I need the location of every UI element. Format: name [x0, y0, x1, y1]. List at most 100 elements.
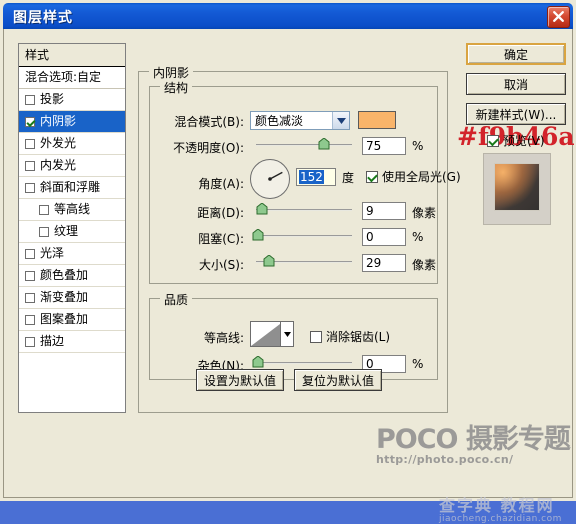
- use-global-light-checkbox[interactable]: 使用全局光(G): [366, 168, 461, 185]
- sidebar-item-outer-glow[interactable]: 外发光: [19, 133, 125, 155]
- distance-slider-track: [256, 209, 352, 211]
- noise-slider[interactable]: [250, 355, 354, 369]
- size-unit: 像素: [412, 258, 437, 272]
- sidebar-item-label: 图案叠加: [40, 312, 89, 326]
- chevron-down-icon[interactable]: [332, 112, 349, 129]
- sidebar-item-label: 颜色叠加: [40, 268, 89, 282]
- size-slider[interactable]: [250, 254, 354, 268]
- distance-slider-thumb[interactable]: [256, 202, 268, 215]
- checkbox-satin[interactable]: [25, 248, 35, 259]
- angle-unit: 度: [342, 171, 355, 185]
- poco-brand: POCO 摄影专题: [376, 424, 571, 455]
- angle-input[interactable]: 152: [296, 168, 336, 186]
- opacity-slider-thumb[interactable]: [318, 137, 330, 150]
- distance-input[interactable]: 9: [362, 202, 406, 220]
- sidebar-item-pattern-overlay[interactable]: 图案叠加: [19, 309, 125, 331]
- sidebar-item-blending-options[interactable]: 混合选项:自定: [19, 67, 125, 89]
- noise-slider-track: [256, 362, 352, 364]
- size-input[interactable]: 29: [362, 254, 406, 272]
- site-url: jiaocheng.chazidian.com: [439, 514, 562, 524]
- contour-swatch[interactable]: [250, 321, 294, 347]
- distance-slider[interactable]: [250, 202, 354, 216]
- poco-watermark: POCO 摄影专题 http://photo.poco.cn/: [376, 424, 571, 466]
- layer-style-dialog: 图层样式 样式 混合选项:自定 投影 内阴影 外发光 内发光 斜面和浮雕 等高线…: [0, 0, 576, 524]
- structure-legend: 结构: [160, 79, 193, 96]
- inner-shadow-panel: 内阴影 #f9b46a 结构 混合模式(B): 颜色减淡 不透明度(O): 75…: [138, 64, 575, 413]
- preview-checkbox[interactable]: 预览(V): [487, 132, 545, 149]
- sidebar-item-drop-shadow[interactable]: 投影: [19, 89, 125, 111]
- sidebar-item-texture[interactable]: 纹理: [19, 221, 125, 243]
- sidebar-item-label: 等高线: [54, 202, 91, 216]
- sidebar-item-inner-shadow[interactable]: 内阴影: [19, 111, 125, 133]
- sidebar-item-label: 斜面和浮雕: [40, 180, 101, 194]
- checkbox-inner-glow[interactable]: [25, 160, 35, 171]
- new-style-button[interactable]: 新建样式(W)...: [466, 103, 566, 125]
- checkbox-gradient-overlay[interactable]: [25, 292, 35, 303]
- sidebar-item-gradient-overlay[interactable]: 渐变叠加: [19, 287, 125, 309]
- window-title: 图层样式: [13, 10, 73, 26]
- choke-slider[interactable]: [250, 228, 354, 242]
- angle-label: 角度(A):: [198, 177, 244, 191]
- dialog-body: 样式 混合选项:自定 投影 内阴影 外发光 内发光 斜面和浮雕 等高线 纹理 光…: [3, 29, 575, 524]
- sidebar-item-label: 外发光: [40, 136, 77, 150]
- shadow-color-swatch[interactable]: [358, 111, 396, 129]
- sidebar-item-label: 内阴影: [40, 114, 77, 128]
- sidebar-item-label: 纹理: [54, 224, 79, 238]
- site-watermark: 查字典 教程网 jiaocheng.chazidian.com: [439, 497, 562, 524]
- close-icon[interactable]: [547, 6, 570, 28]
- checkbox-box: [366, 170, 378, 183]
- choke-label: 阻塞(C):: [198, 232, 244, 246]
- checkbox-inner-shadow[interactable]: [25, 116, 35, 127]
- checkbox-bevel-emboss[interactable]: [25, 182, 35, 193]
- sidebar-item-label: 描边: [40, 334, 65, 348]
- sidebar-item-contour[interactable]: 等高线: [19, 199, 125, 221]
- sidebar-item-label: 光泽: [40, 246, 65, 260]
- checkbox-color-overlay[interactable]: [25, 270, 35, 281]
- checkbox-pattern-overlay[interactable]: [25, 314, 35, 325]
- distance-label: 距离(D):: [197, 206, 244, 220]
- anti-alias-label: 消除锯齿(L): [326, 330, 391, 344]
- set-default-button[interactable]: 设置为默认值: [196, 369, 284, 391]
- contour-label: 等高线:: [203, 331, 244, 345]
- checkbox-box: [487, 134, 499, 147]
- opacity-label: 不透明度(O):: [173, 141, 244, 155]
- preview-label: 预览(V): [503, 134, 545, 148]
- structure-group: 结构 混合模式(B): 颜色减淡 不透明度(O): 75 % 角度(A): 15…: [149, 79, 461, 284]
- chevron-down-icon[interactable]: [280, 322, 293, 346]
- checkbox-stroke[interactable]: [25, 336, 35, 347]
- sidebar-item-bevel-emboss[interactable]: 斜面和浮雕: [19, 177, 125, 199]
- sidebar-item-color-overlay[interactable]: 颜色叠加: [19, 265, 125, 287]
- title-bar[interactable]: 图层样式: [3, 3, 573, 29]
- choke-slider-thumb[interactable]: [252, 228, 264, 241]
- blend-mode-select[interactable]: 颜色减淡: [250, 111, 350, 130]
- checkbox-contour[interactable]: [39, 204, 49, 215]
- checkbox-box: [310, 330, 322, 343]
- site-name: 查字典 教程网: [439, 496, 555, 515]
- angle-dial[interactable]: [250, 159, 290, 199]
- sidebar-item-label: 投影: [40, 92, 65, 106]
- ok-button[interactable]: 确定: [466, 43, 566, 65]
- opacity-slider-track: [256, 144, 352, 146]
- checkbox-drop-shadow[interactable]: [25, 94, 35, 105]
- sidebar-item-label: 内发光: [40, 158, 77, 172]
- reset-default-button[interactable]: 复位为默认值: [294, 369, 382, 391]
- noise-slider-thumb[interactable]: [252, 355, 264, 368]
- sidebar-item-satin[interactable]: 光泽: [19, 243, 125, 265]
- use-global-light-label: 使用全局光(G): [382, 170, 461, 184]
- sidebar-item-stroke[interactable]: 描边: [19, 331, 125, 353]
- styles-list[interactable]: 样式 混合选项:自定 投影 内阴影 外发光 内发光 斜面和浮雕 等高线 纹理 光…: [18, 43, 126, 413]
- quality-legend: 品质: [160, 291, 193, 308]
- cancel-button[interactable]: 取消: [466, 73, 566, 95]
- distance-unit: 像素: [412, 206, 437, 220]
- anti-alias-checkbox[interactable]: 消除锯齿(L): [310, 328, 390, 345]
- choke-unit: %: [412, 230, 424, 244]
- sidebar-item-inner-glow[interactable]: 内发光: [19, 155, 125, 177]
- choke-input[interactable]: 0: [362, 228, 406, 246]
- checkbox-outer-glow[interactable]: [25, 138, 35, 149]
- opacity-input[interactable]: 75: [362, 137, 406, 155]
- size-slider-thumb[interactable]: [263, 254, 275, 267]
- checkbox-texture[interactable]: [39, 226, 49, 237]
- opacity-slider[interactable]: [250, 137, 354, 151]
- noise-unit: %: [412, 357, 424, 371]
- quality-group: 品质 等高线: 消除锯齿(L) 杂色(N): 0 %: [149, 291, 438, 380]
